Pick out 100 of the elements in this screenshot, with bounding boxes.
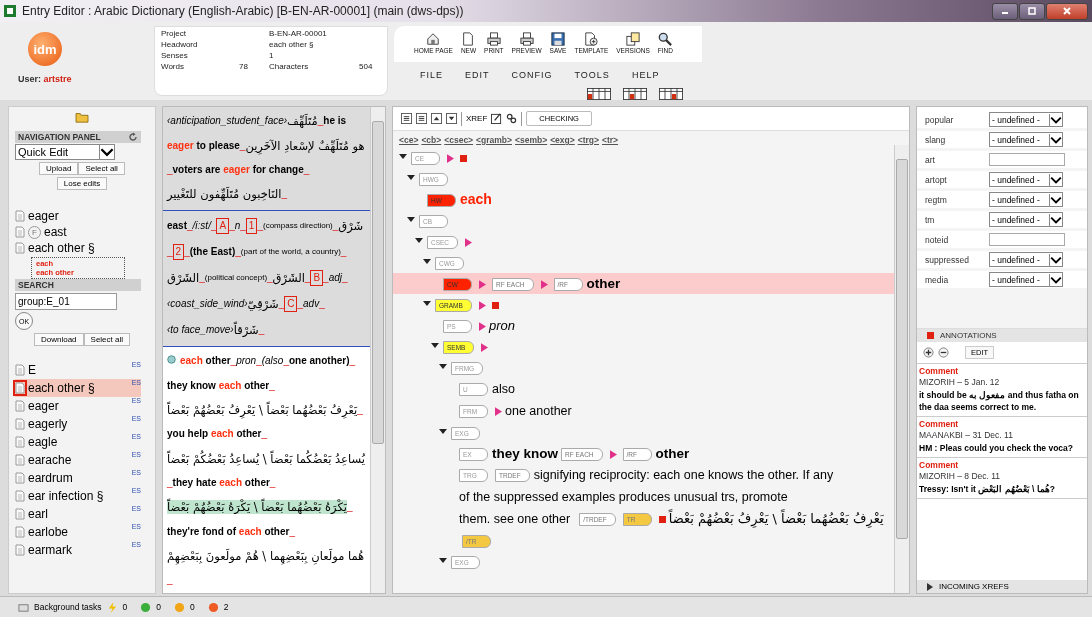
panel-button[interactable]: Select all [78,162,125,175]
node-text: other [655,445,690,463]
move-up-icon[interactable] [431,113,442,124]
sense-number: A [216,218,230,235]
annotation-icon [927,332,934,339]
scrollbar[interactable] [894,145,909,593]
close-icon [1062,6,1072,16]
arrow-icon [481,343,489,353]
comment-meta: MIZORIH – 8 Dec. 11 [919,471,1002,481]
breadcrumb-link[interactable]: <csec> [444,135,474,145]
status-text: Background tasks [34,602,102,612]
info-value: 78 [239,62,249,71]
lose-edits-button[interactable]: Lose edits [56,177,108,190]
document-icon [15,242,25,254]
separator-mark: _ [167,163,173,178]
entry-text: (the East) [189,245,236,260]
entry-text: they hate [172,475,218,490]
menu-item[interactable]: TOOLS [574,70,610,80]
layout-icon[interactable] [621,88,649,100]
breadcrumb-link[interactable]: <exg> [550,135,575,145]
section-title: NAVIGATION PANEL [18,132,101,142]
layout-icon[interactable] [585,88,613,100]
arrow-icon [540,280,548,290]
menu-item[interactable]: FILE [420,70,443,80]
menu-item[interactable]: HELP [631,70,660,80]
property-dropdown[interactable]: - undefined - [989,172,1063,187]
info-label: Senses [161,51,189,60]
breadcrumb-link[interactable]: <semb> [515,135,548,145]
window-title: Entry Editor : Arabic Dictionary (English-Arabic) [B-EN-AR-00001] (main (dws-dps)) [22,4,464,18]
add-icon[interactable] [923,347,934,358]
document-plus-icon [584,32,599,46]
section-title: INCOMING XREFS [939,582,1009,591]
entry-item[interactable]: east [44,225,67,239]
breadcrumb-link[interactable]: <tr> [602,135,619,145]
minimize-button[interactable] [992,2,1018,20]
menu-item[interactable]: CONFIG [511,70,553,80]
panel-button[interactable]: Download [33,333,84,346]
entry-item[interactable]: eager [28,209,59,223]
maximize-icon [1027,6,1037,16]
info-label: Characters [269,62,310,71]
property-dropdown[interactable]: - undefined - [989,252,1063,267]
edit-icon[interactable] [491,113,503,124]
entry-text: other [243,475,270,490]
mode-dropdown[interactable]: Quick Edit [15,144,115,160]
indent-icon[interactable] [401,113,412,124]
breadcrumb-link[interactable]: <cb> [421,135,442,145]
document-icon [15,526,25,538]
italic-text: ‹coast_side_wind› [167,297,248,310]
folder-icon[interactable] [75,111,89,123]
remove-icon[interactable] [938,347,949,358]
separator-mark: _ [261,427,268,442]
result-label: eardrum [28,471,74,485]
close-button[interactable] [1046,2,1088,20]
outdent-icon[interactable] [416,113,427,124]
result-label: ear infection § [28,489,105,503]
maximize-button[interactable] [1019,2,1045,20]
italic-text: pron [236,354,257,369]
property-dropdown[interactable]: - undefined - [989,272,1063,287]
property-field[interactable] [989,153,1065,166]
property-label: art [925,154,936,165]
separator-mark: _ [303,163,310,178]
property-label: slang [925,134,947,145]
link-icon[interactable] [506,113,518,124]
layout-icon[interactable] [657,88,685,100]
separator-mark: _ [240,219,246,234]
move-down-icon[interactable] [446,113,457,124]
property-dropdown[interactable]: - undefined - [989,132,1063,147]
headword-text: each [210,427,234,442]
breadcrumb-link[interactable]: <ce> [399,135,419,145]
document-icon [15,454,25,466]
breadcrumb-link[interactable]: <trg> [577,135,599,145]
search-field[interactable]: group:E_01 [15,293,117,310]
property-label: tm [925,214,936,225]
separator-mark: _ [229,219,235,234]
user-label: User: [18,74,41,84]
comment-text: HM : Pleas could you check the voca? [919,442,1074,454]
lightning-icon [106,601,118,613]
separator-mark: _ [304,271,311,284]
section-header[interactable]: INCOMING XREFS [917,580,1087,593]
breadcrumb-link[interactable]: <gramb> [476,135,512,145]
entry-item[interactable]: each other § [28,241,95,255]
separator-mark: _ [167,245,173,260]
xref-button[interactable]: XREF [466,114,488,123]
gloss-text: (political concept) [204,272,268,285]
caret-icon [1049,113,1062,126]
property-field[interactable] [989,233,1065,246]
entry-text: to please [195,138,240,151]
separator-mark: _ [283,354,289,369]
scrollbar[interactable] [370,107,385,593]
property-dropdown[interactable]: - undefined - [989,192,1063,207]
property-dropdown[interactable]: - undefined - [989,212,1063,227]
status-count: 0 [156,602,162,612]
app-icon [4,5,16,17]
home-icon [426,32,441,46]
refresh-icon[interactable] [128,132,138,142]
property-dropdown[interactable]: - undefined - [989,112,1063,127]
document-icon [15,418,25,430]
panel-button[interactable]: Upload [39,162,79,175]
menu-item[interactable]: EDIT [465,70,490,80]
panel-button[interactable]: Select all [83,333,130,346]
